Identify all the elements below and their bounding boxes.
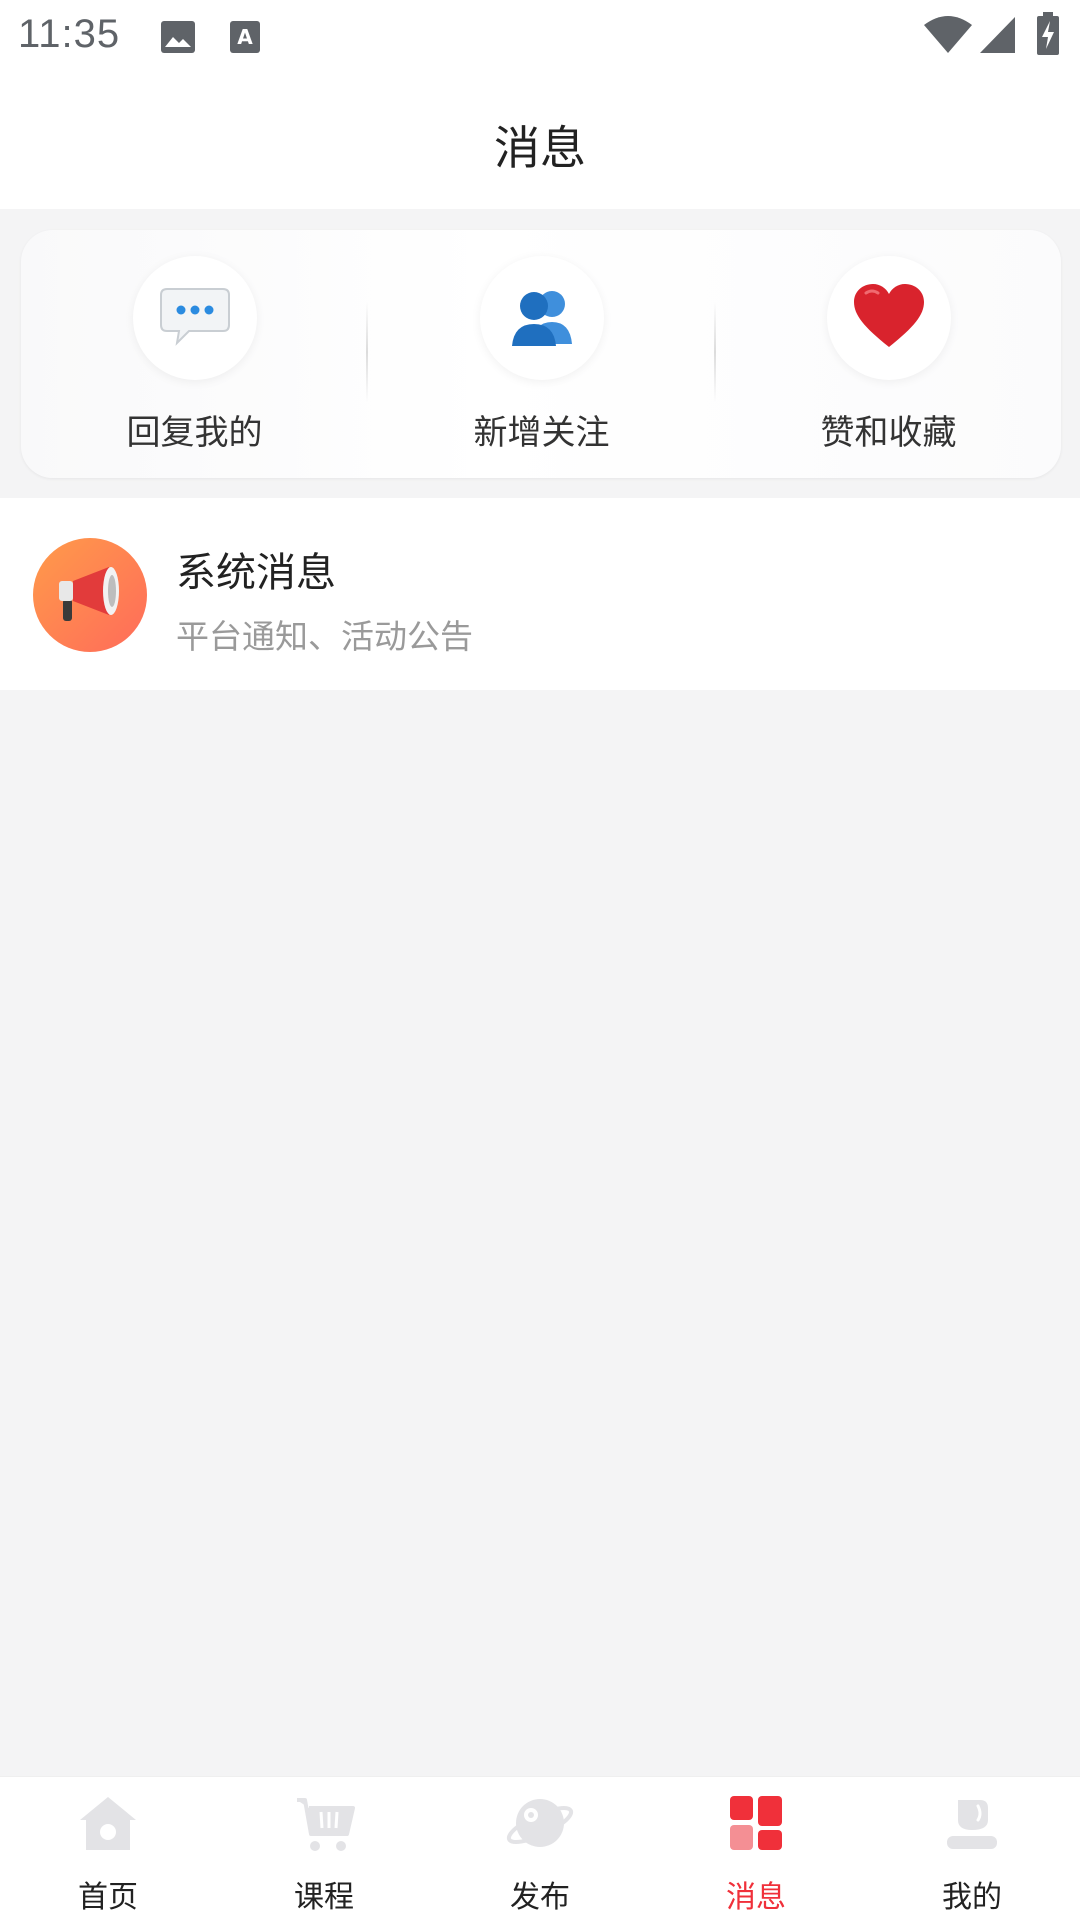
grid-icon	[718, 1785, 794, 1861]
quick-action-label: 赞和收藏	[820, 413, 957, 453]
quick-actions-card: 回复我的 新增关注 赞和收藏	[21, 230, 1061, 478]
bottom-tab-bar: 首页 课程 发布 消息 我的	[0, 1776, 1080, 1921]
system-message-subtitle: 平台通知、活动公告	[176, 617, 473, 656]
status-bar: 11:35 A	[0, 0, 1080, 74]
quick-action-new-followers[interactable]: 新增关注	[368, 230, 715, 478]
speech-bubble-icon	[159, 285, 231, 351]
users-icon	[506, 284, 578, 352]
quick-action-label: 回复我的	[126, 413, 263, 453]
heart-icon	[852, 283, 926, 353]
system-message-avatar	[33, 538, 147, 652]
wifi-icon	[924, 16, 972, 58]
status-time: 11:35	[18, 12, 121, 56]
signal-icon	[980, 16, 1016, 58]
tab-label: 我的	[942, 1880, 1002, 1915]
text-a-icon: A	[229, 20, 261, 58]
megaphone-icon	[55, 561, 125, 629]
quick-action-likes-favorites[interactable]: 赞和收藏	[715, 230, 1062, 478]
tab-home[interactable]: 首页	[0, 1777, 216, 1921]
quick-action-replies[interactable]: 回复我的	[21, 230, 368, 478]
quick-action-replies-icon-wrap	[132, 256, 257, 380]
system-message-item[interactable]: 系统消息 平台通知、活动公告	[0, 498, 1080, 690]
tab-label: 课程	[294, 1880, 354, 1915]
page-title: 消息	[494, 121, 586, 175]
user-icon	[934, 1785, 1010, 1861]
image-icon	[160, 20, 196, 58]
system-message-title: 系统消息	[176, 550, 336, 596]
tab-publish[interactable]: 发布	[432, 1777, 648, 1921]
quick-action-label: 新增关注	[473, 413, 610, 453]
cart-icon	[286, 1785, 362, 1861]
quick-actions-area: 回复我的 新增关注 赞和收藏	[0, 209, 1080, 498]
home-icon	[70, 1785, 146, 1861]
tab-label: 消息	[726, 1880, 786, 1915]
tab-label: 首页	[78, 1880, 138, 1915]
battery-charging-icon	[1036, 12, 1060, 60]
tab-label: 发布	[510, 1880, 570, 1915]
quick-action-likes-icon-wrap	[826, 256, 951, 380]
tab-messages[interactable]: 消息	[648, 1777, 864, 1921]
svg-text:A: A	[237, 25, 253, 49]
tab-courses[interactable]: 课程	[216, 1777, 432, 1921]
tab-mine[interactable]: 我的	[864, 1777, 1080, 1921]
planet-icon	[502, 1785, 578, 1861]
quick-action-followers-icon-wrap	[479, 256, 604, 380]
page-header: 消息	[0, 74, 1080, 209]
